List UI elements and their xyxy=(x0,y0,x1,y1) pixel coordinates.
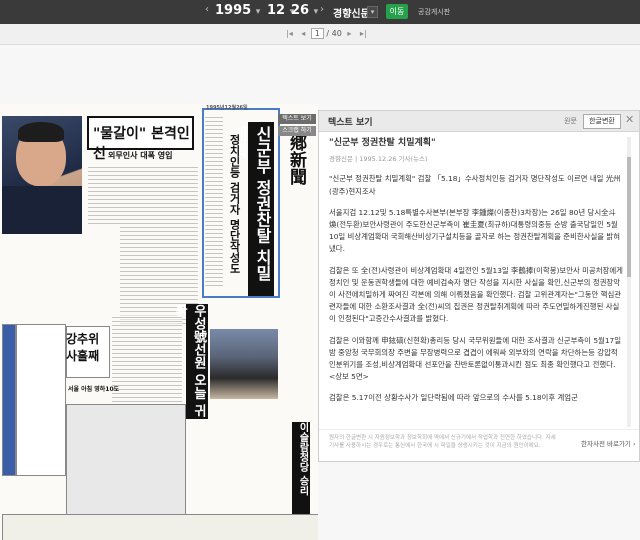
article-paragraph: 서울지검 12.12및 5.18특별수사본부(본부장 李鍾燦(이종찬)3차장)는… xyxy=(329,207,621,254)
first-page-icon[interactable]: |◂ xyxy=(286,29,293,38)
masthead-date: 1995년12월26일 xyxy=(206,105,248,111)
panel-footer: 원자의 한글변환 시 자원정보학과 정보학회에 역에서 신규기에서 작업학과 전… xyxy=(319,429,639,462)
year-select[interactable]: 1995 ▾ xyxy=(215,3,260,18)
panel-title: 텍스트 보기 xyxy=(328,118,373,128)
last-page-icon[interactable]: ▸| xyxy=(360,29,367,38)
go-button[interactable]: 이동 xyxy=(386,4,408,19)
next-date-icon[interactable]: › xyxy=(320,4,324,15)
page-navigation-bar: |◂ ◂ 1 / 40 ▸ ▸| xyxy=(0,24,640,45)
article-paragraph: "신군부 정권찬탈 치밀계획" 검찰 「5.18」수사정치인등 검거자 명단작성… xyxy=(329,174,621,196)
main-vertical-headline: 신군부 정권찬탈 치밀계획 xyxy=(229,122,274,296)
article-paragraph: 검찰은 또 全(전)사령관이 비상계엄확대 4일전인 5월13일 李鶴捧(이학봉… xyxy=(329,265,623,324)
scrap-button[interactable]: 스크랩 하기 xyxy=(278,126,316,136)
article-title: "신군부 정권찬탈 치밀계획" xyxy=(329,138,436,148)
close-icon[interactable]: ✕ xyxy=(625,113,634,126)
bottom-ad-strip xyxy=(2,514,318,540)
article-text: "신군부 정권찬탈 치밀계획" 경향신문 | 1995.12.26 기사(뉴스)… xyxy=(329,137,623,427)
top-bar: ‹ 1995 ▾ 12 ▾ 26 ▾ › 경향신문 ▾ 이동 공감게시판 xyxy=(0,0,640,24)
panel-header: 텍스트 보기 원문 한글변환 ✕ xyxy=(319,111,639,132)
weather-sub: 서울 아침 영하10도 xyxy=(68,386,120,393)
text-column xyxy=(205,114,223,289)
day-select[interactable]: 26 ▾ xyxy=(291,3,318,18)
text-view-panel: 텍스트 보기 원문 한글변환 ✕ "신군부 정권찬탈 치밀계획" 경향신문 | … xyxy=(318,110,640,462)
prev-date-icon[interactable]: ‹ xyxy=(205,4,209,15)
pager: |◂ ◂ 1 / 40 ▸ ▸| xyxy=(283,28,370,39)
bottom-vertical-headline: 이슬람청당 승리 xyxy=(292,422,310,522)
subheadline: 외무인사 대폭 영입 xyxy=(108,151,173,160)
newspaper-page[interactable]: "물갈이" 본격인선 외무인사 대폭 영입 신군부 정권찬탈 치밀계획 정치인등… xyxy=(0,104,318,540)
article-meta: 경향신문 | 1995.12.26 기사(뉴스) xyxy=(329,155,428,164)
paper-name: 경향신문 xyxy=(333,9,370,20)
text-view-button[interactable]: 텍스트 보기 xyxy=(278,114,316,124)
hangul-convert-button[interactable]: 한글변환 xyxy=(583,114,621,129)
hanja-dictionary-link[interactable]: 한자사전 바로가기 › xyxy=(581,438,636,448)
article-paragraph: 검찰은 이와함께 申鉉碻(신현확)총리등 당시 국무위원들에 대한 조사결과 신… xyxy=(329,335,622,382)
footer-note: 원자의 한글변환 시 자원정보학과 정보학회에 역에서 신규기에서 작업학과 전… xyxy=(329,435,556,449)
headline-3: 우성號선원 오늘 귀환 xyxy=(172,304,208,419)
ad-grid xyxy=(66,404,186,516)
panel-scrollbar[interactable] xyxy=(627,137,631,427)
text-column xyxy=(88,164,198,224)
total-pages: 40 xyxy=(331,29,342,38)
page-input[interactable]: 1 xyxy=(310,28,324,39)
paper-dropdown-icon[interactable]: ▾ xyxy=(367,6,378,18)
weather-headline: 강추위 사흘째 xyxy=(66,332,100,363)
ad-column xyxy=(16,324,66,476)
headline-box: "물갈이" 본격인선 xyxy=(87,116,194,162)
portrait-photo xyxy=(2,116,82,234)
next-page-icon[interactable]: ▸ xyxy=(347,29,351,38)
masthead: 鄕新聞 xyxy=(286,134,306,185)
crowd-photo xyxy=(210,329,278,399)
notice-board-link[interactable]: 공감게시판 xyxy=(418,7,450,17)
side-ad xyxy=(2,324,16,476)
article-paragraph: 검찰은 5.17이전 상황수사가 일단락됨에 따라 앞으로의 수사를 5.18이… xyxy=(329,393,578,403)
secondary-vertical-headline: 정치인등 검거자 명단작성도 xyxy=(228,134,241,274)
prev-page-icon[interactable]: ◂ xyxy=(301,29,305,38)
original-text-button[interactable]: 원문 xyxy=(564,116,577,126)
